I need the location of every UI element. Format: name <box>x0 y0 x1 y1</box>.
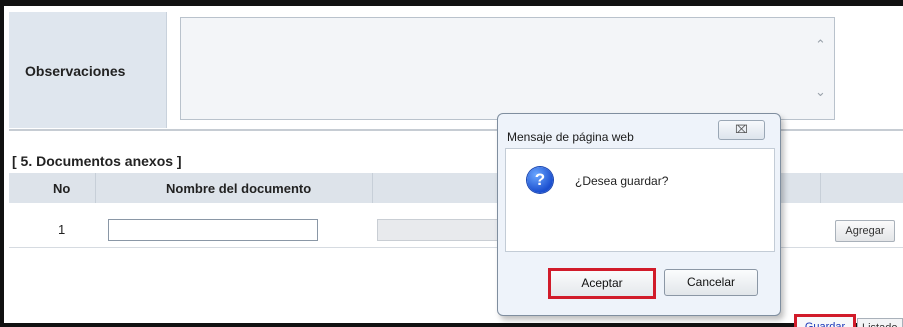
document-name-input[interactable] <box>108 219 318 241</box>
dialog-title: Mensaje de página web <box>507 130 634 144</box>
close-icon[interactable]: ⌧ <box>718 120 765 140</box>
column-divider <box>95 173 96 203</box>
observaciones-textarea[interactable] <box>180 17 835 120</box>
dialog-message: ¿Desea guardar? <box>575 174 669 188</box>
list-button[interactable]: Listado <box>857 318 903 327</box>
row-number: 1 <box>58 222 66 237</box>
column-divider <box>372 173 373 203</box>
column-header-no: No <box>53 181 71 196</box>
save-button[interactable]: Guardar <box>794 314 856 327</box>
section-title-documentos: [ 5. Documentos anexos ] <box>12 153 182 169</box>
accept-button[interactable]: Aceptar <box>548 268 656 299</box>
column-header-nombre: Nombre del documento <box>166 181 312 196</box>
file-select-field[interactable] <box>377 219 507 241</box>
observaciones-label: Observaciones <box>25 63 126 79</box>
chevron-down-icon[interactable]: ⌄ <box>815 84 826 100</box>
add-document-button[interactable]: Agregar <box>835 220 895 242</box>
column-divider <box>820 173 821 203</box>
cancel-button[interactable]: Cancelar <box>664 269 758 296</box>
confirm-dialog: Mensaje de página web ⌧ ? ¿Desea guardar… <box>497 113 781 316</box>
question-icon: ? <box>527 167 553 193</box>
dialog-body <box>505 148 775 252</box>
chevron-up-icon[interactable]: ⌃ <box>815 37 826 53</box>
